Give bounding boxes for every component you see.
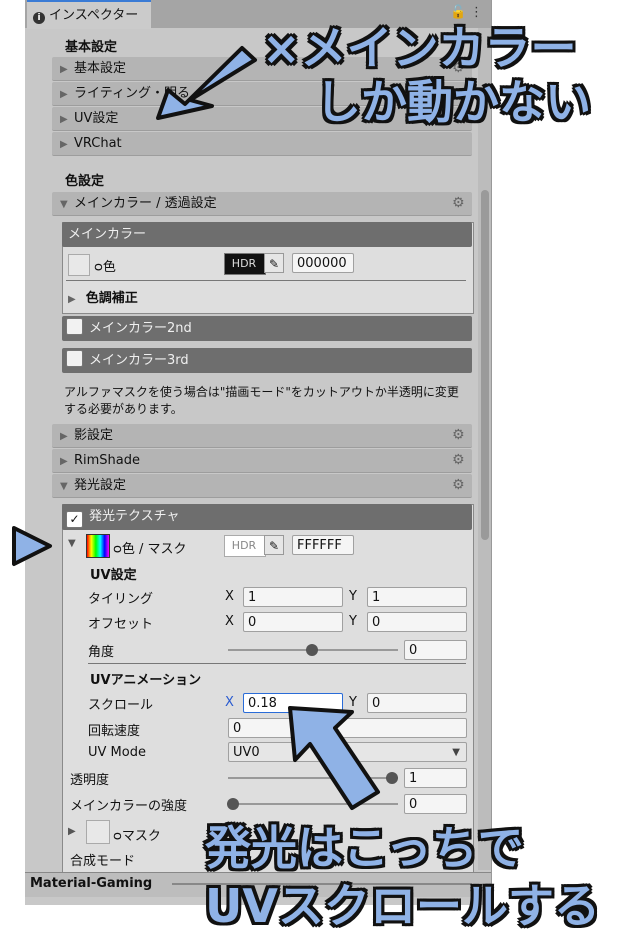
arrow-annotation-icon [156, 46, 257, 120]
play-marker-icon [12, 526, 52, 566]
arrow-annotation-icon [288, 706, 380, 810]
annotation-arrows [12, 46, 380, 810]
